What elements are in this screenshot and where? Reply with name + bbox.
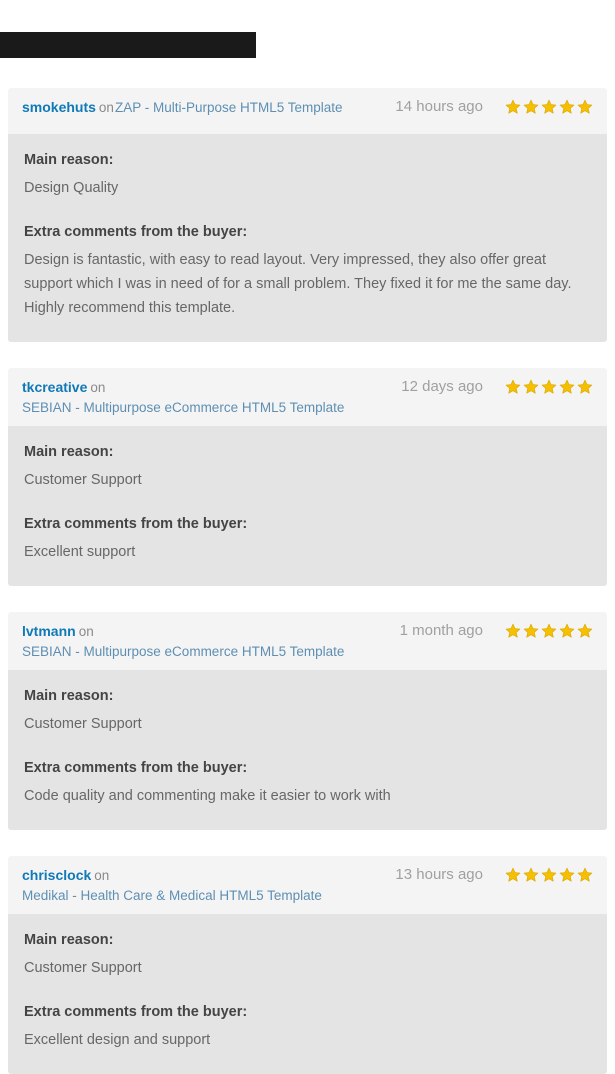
review-meta: 13 hours ago: [395, 866, 593, 883]
main-reason-label: Main reason:: [24, 444, 114, 460]
main-reason-group: Main reason: Design Quality: [24, 150, 591, 200]
star-icon: [505, 623, 521, 639]
review-item-link[interactable]: ZAP - Multi-Purpose HTML5 Template: [115, 100, 343, 115]
review-meta: 1 month ago: [400, 622, 593, 639]
star-icon: [523, 379, 539, 395]
star-icon: [559, 867, 575, 883]
star-icon: [523, 623, 539, 639]
page-header: Recent Reviews: [0, 0, 615, 88]
star-icon: [523, 99, 539, 115]
main-reason-label: Main reason:: [24, 932, 114, 948]
star-icon: [505, 99, 521, 115]
extra-comments-group: Extra comments from the buyer: Excellent …: [24, 1002, 591, 1052]
review-body: Main reason: Design Quality Extra comments…: [8, 134, 607, 342]
rating-stars: [505, 623, 593, 639]
review-header: smokehuts onZAP - Multi-Purpose HTML5 Tem…: [8, 88, 607, 134]
rating-stars: [505, 99, 593, 115]
extra-comments-label: Extra comments from the buyer:: [24, 516, 248, 532]
review-item-link[interactable]: Medikal - Health Care & Medical HTML5 Te…: [22, 888, 363, 903]
review-body: Main reason: Customer Support Extra commen…: [8, 670, 607, 830]
review-timestamp: 13 hours ago: [395, 866, 483, 883]
byline-on-word: on: [94, 868, 110, 883]
byline-on-word: on: [98, 100, 114, 115]
review-item-link[interactable]: SEBIAN - Multipurpose eCommerce HTML5 Te…: [22, 400, 363, 415]
rating-stars: [505, 379, 593, 395]
rating-stars: [505, 867, 593, 883]
review-timestamp: 14 hours ago: [395, 98, 483, 115]
main-reason-group: Main reason: Customer Support: [24, 686, 591, 736]
extra-comments-group: Extra comments from the buyer: Design is …: [24, 222, 591, 320]
review-item-link[interactable]: SEBIAN - Multipurpose eCommerce HTML5 Te…: [22, 644, 363, 659]
main-reason-group: Main reason: Customer Support: [24, 930, 591, 980]
star-icon: [541, 623, 557, 639]
star-icon: [577, 623, 593, 639]
byline-on-word: on: [78, 624, 94, 639]
star-icon: [559, 379, 575, 395]
review-body: Main reason: Customer Support Extra commen…: [8, 914, 607, 1074]
star-icon: [505, 867, 521, 883]
extra-comments-label: Extra comments from the buyer:: [24, 224, 248, 240]
extra-comments-value: Code quality and commenting make it easi…: [24, 788, 391, 804]
extra-comments-label: Extra comments from the buyer:: [24, 1004, 248, 1020]
extra-comments-value: Design is fantastic, with easy to read l…: [24, 252, 572, 316]
star-icon: [577, 379, 593, 395]
main-reason-group: Main reason: Customer Support: [24, 442, 591, 492]
extra-comments-value: Excellent design and support: [24, 1032, 211, 1048]
review-card: tkcreative on SEBIAN - Multipurpose eComme…: [8, 368, 607, 586]
star-icon: [559, 623, 575, 639]
review-header: lvtmann on SEBIAN - Multipurpose eCommerce…: [8, 612, 607, 670]
extra-comments-label: Extra comments from the buyer:: [24, 760, 248, 776]
extra-comments-group: Extra comments from the buyer: Excellent …: [24, 514, 591, 564]
reviews-list: smokehuts onZAP - Multi-Purpose HTML5 Tem…: [0, 88, 615, 1074]
page-title: Recent Reviews: [8, 33, 171, 56]
star-icon: [505, 379, 521, 395]
review-timestamp: 12 days ago: [401, 378, 483, 395]
byline-on-word: on: [90, 380, 106, 395]
review-header: tkcreative on SEBIAN - Multipurpose eComme…: [8, 368, 607, 426]
main-reason-value: Design Quality: [24, 180, 119, 196]
extra-comments-value: Excellent support: [24, 544, 136, 560]
star-icon: [541, 99, 557, 115]
star-icon: [559, 99, 575, 115]
main-reason-label: Main reason:: [24, 152, 114, 168]
main-reason-value: Customer Support: [24, 716, 142, 732]
main-reason-label: Main reason:: [24, 688, 114, 704]
review-author-link[interactable]: smokehuts: [22, 99, 96, 115]
review-author-link[interactable]: lvtmann: [22, 623, 76, 639]
review-author-link[interactable]: chrisclock: [22, 867, 91, 883]
review-body: Main reason: Customer Support Extra commen…: [8, 426, 607, 586]
review-meta: 12 days ago: [401, 378, 593, 395]
main-reason-value: Customer Support: [24, 960, 142, 976]
review-card: lvtmann on SEBIAN - Multipurpose eCommerce…: [8, 612, 607, 830]
star-icon: [577, 99, 593, 115]
star-icon: [577, 867, 593, 883]
extra-comments-group: Extra comments from the buyer: Code quali…: [24, 758, 591, 808]
review-meta: 14 hours ago: [395, 98, 593, 115]
star-icon: [541, 867, 557, 883]
main-reason-value: Customer Support: [24, 472, 142, 488]
review-card: chrisclock on Medikal - Health Care & Medi…: [8, 856, 607, 1074]
review-timestamp: 1 month ago: [399, 622, 483, 639]
star-icon: [523, 867, 539, 883]
review-author-link[interactable]: tkcreative: [22, 379, 87, 395]
review-header: chrisclock on Medikal - Health Care & Medi…: [8, 856, 607, 914]
review-card: smokehuts onZAP - Multi-Purpose HTML5 Tem…: [8, 88, 607, 342]
star-icon: [541, 379, 557, 395]
